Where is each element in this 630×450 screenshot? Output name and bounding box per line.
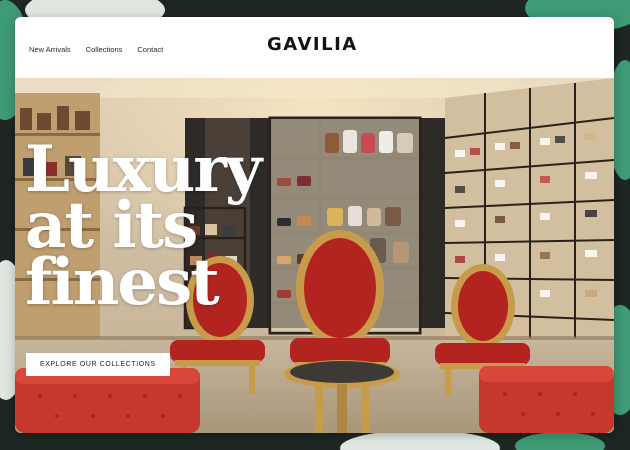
nav-link-new-arrivals[interactable]: New Arrivals (29, 45, 71, 54)
decor-shape-green (515, 432, 605, 450)
nav-links: New Arrivals Collections Contact (29, 45, 163, 54)
top-navigation: New Arrivals Collections Contact GAVILIA (15, 17, 614, 78)
decor-shape-light (340, 430, 500, 450)
headline-line-3: finest (25, 244, 220, 320)
nav-link-contact[interactable]: Contact (137, 45, 163, 54)
nav-link-collections[interactable]: Collections (86, 45, 123, 54)
explore-collections-button[interactable]: EXPLORE OUR COLLECTIONS (26, 353, 170, 376)
hero-section: Luxury at its finest EXPLORE OUR COLLECT… (15, 78, 614, 433)
website-page: New Arrivals Collections Contact GAVILIA (15, 17, 614, 433)
red-ottoman-left (15, 368, 200, 433)
brand-logo[interactable]: GAVILIA (267, 34, 358, 55)
hero-headline: Luxury at its finest (25, 138, 262, 315)
red-ottoman-right (479, 366, 614, 433)
